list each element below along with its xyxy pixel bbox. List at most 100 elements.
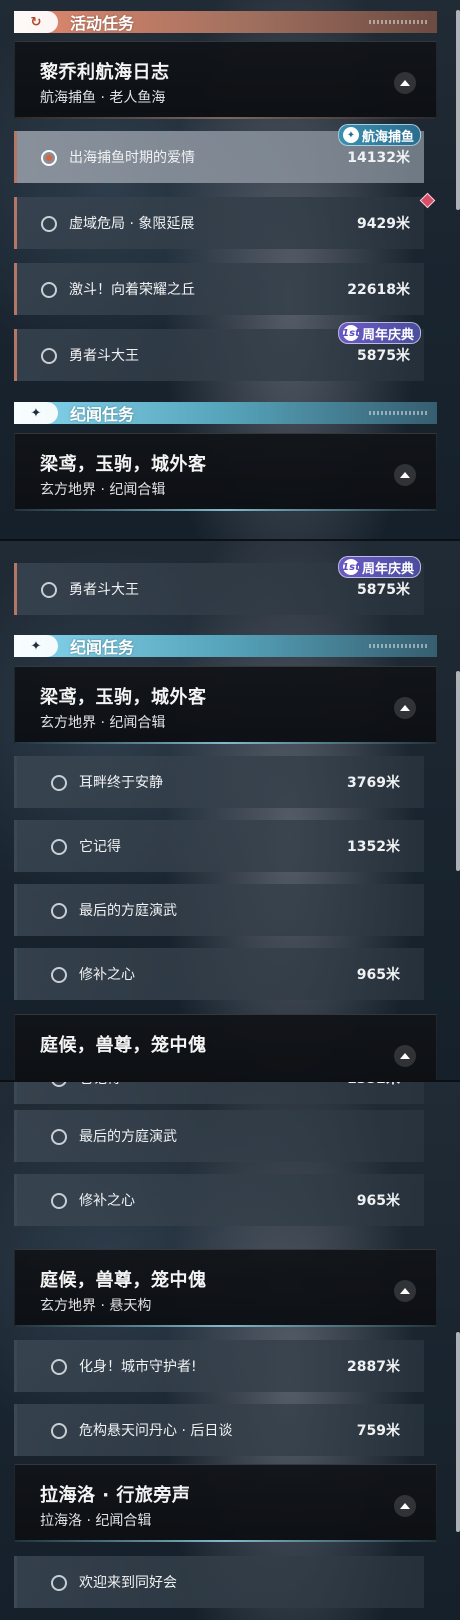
quest-item[interactable]: 它记得 1352米: [14, 820, 424, 872]
radio-icon: [41, 216, 57, 232]
group-title: 拉海洛 · 行旅旁声: [40, 1485, 191, 1506]
quest-panel-3: 它记得 1352米 最后的方庭演武 修补之心 965米 庭候，兽尊，笼中傀 玄方…: [0, 1082, 460, 1620]
scrollbar[interactable]: [456, 10, 460, 210]
quest-title: 欢迎来到同好会: [79, 1575, 177, 1591]
anniversary-icon: 1st: [342, 559, 360, 575]
quest-panel-2: 勇者斗大王 5875米 1st 周年庆典 ✦ 纪闻任务 梁鸢，玉驹，城外客 玄方…: [0, 541, 460, 1080]
group-title: 黎乔利航海日志: [40, 62, 170, 83]
quest-panel-1: ↻ 活动任务 黎乔利航海日志 航海捕鱼 · 老人鱼海 出海捕鱼时期的爱情 141…: [0, 0, 460, 540]
chevron-up-icon: [400, 80, 410, 86]
radio-icon: [51, 839, 67, 855]
quest-title: 勇者斗大王: [69, 348, 139, 364]
radio-icon: [51, 1359, 67, 1375]
quest-title: 耳畔终于安静: [79, 775, 163, 791]
quest-distance: 1352米: [347, 839, 400, 855]
quest-title: 最后的方庭演武: [79, 903, 177, 919]
category-activity-header[interactable]: ↻ 活动任务: [14, 11, 437, 33]
category-label: 纪闻任务: [70, 405, 135, 424]
quest-item[interactable]: 化身！城市守护者! 2887米: [14, 1340, 424, 1392]
quest-item[interactable]: 欢迎来到同好会: [14, 1556, 424, 1608]
group-liangyuan[interactable]: 梁鸢，玉驹，城外客 玄方地界 · 纪闻合辑: [14, 433, 437, 511]
quest-item[interactable]: 危构悬天问丹心 · 后日谈 759米: [14, 1404, 424, 1456]
quest-title: 激斗！向着荣耀之丘: [69, 282, 195, 298]
sparkle-icon: ✦: [14, 635, 58, 657]
fish-icon: ✦: [343, 127, 359, 143]
decor-stripe: [369, 20, 429, 24]
radio-icon: [51, 775, 67, 791]
quest-item[interactable]: 虚域危局 · 象限延展 9429米: [14, 197, 424, 249]
chevron-up-icon: [400, 1503, 410, 1509]
quest-item[interactable]: 最后的方庭演武: [14, 1110, 424, 1162]
quest-distance: 5875米: [357, 582, 410, 598]
collapse-button[interactable]: [394, 1045, 416, 1067]
group-subtitle: 玄方地界 · 纪闻合辑: [40, 715, 166, 731]
group-liangyuan[interactable]: 梁鸢，玉驹，城外客 玄方地界 · 纪闻合辑: [14, 666, 437, 744]
radio-icon: [51, 1193, 67, 1209]
group-subtitle: 玄方地界 · 纪闻合辑: [40, 482, 166, 498]
radio-icon: [51, 1423, 67, 1439]
category-label: 活动任务: [70, 14, 135, 33]
group-title: 梁鸢，玉驹，城外客: [40, 687, 207, 708]
category-label: 纪闻任务: [70, 638, 135, 657]
radio-icon: [51, 903, 67, 919]
collapse-button[interactable]: [394, 1495, 416, 1517]
quest-title: 化身！城市守护者!: [79, 1359, 197, 1375]
radio-icon: [51, 967, 67, 983]
badge-anniversary: 1st 周年庆典: [338, 556, 422, 578]
collapse-button[interactable]: [394, 464, 416, 486]
collapse-button[interactable]: [394, 697, 416, 719]
group-lahailuo[interactable]: 拉海洛 · 行旅旁声 拉海洛 · 纪闻合辑: [14, 1464, 437, 1542]
collapse-button[interactable]: [394, 1280, 416, 1302]
group-title: 庭候，兽尊，笼中傀: [40, 1035, 207, 1056]
quest-item[interactable]: 修补之心 965米: [14, 1174, 424, 1226]
group-liqiao[interactable]: 黎乔利航海日志 航海捕鱼 · 老人鱼海: [14, 41, 437, 119]
radio-icon: [51, 1082, 67, 1087]
group-subtitle: 航海捕鱼 · 老人鱼海: [40, 90, 166, 106]
quest-distance: 759米: [356, 1423, 400, 1439]
group-title: 梁鸢，玉驹，城外客: [40, 454, 207, 475]
decor-stripe: [369, 411, 429, 415]
chevron-up-icon: [400, 1053, 410, 1059]
chevron-up-icon: [400, 1288, 410, 1294]
badge-anniversary: 1st 周年庆典: [338, 322, 422, 344]
chevron-up-icon: [400, 705, 410, 711]
group-tinghou[interactable]: 庭候，兽尊，笼中傀: [14, 1014, 437, 1080]
group-tinghou[interactable]: 庭候，兽尊，笼中傀 玄方地界 · 悬天构: [14, 1249, 437, 1327]
collapse-button[interactable]: [394, 72, 416, 94]
quest-item[interactable]: 激斗！向着荣耀之丘 22618米: [14, 263, 424, 315]
activity-icon: ↻: [14, 11, 58, 33]
quest-item[interactable]: 最后的方庭演武: [14, 884, 424, 936]
radio-icon: [51, 1575, 67, 1591]
quest-title: 它记得: [79, 839, 121, 855]
anniversary-icon: 1st: [342, 325, 360, 341]
badge-label: 航海捕鱼: [362, 129, 415, 145]
quest-title: 出海捕鱼时期的爱情: [69, 150, 195, 166]
badge-label: 周年庆典: [362, 327, 415, 343]
quest-distance: 9429米: [357, 216, 410, 232]
scrollbar[interactable]: [456, 671, 460, 871]
quest-item[interactable]: 耳畔终于安静 3769米: [14, 756, 424, 808]
quest-title: 它记得: [79, 1082, 121, 1088]
group-title: 庭候，兽尊，笼中傀: [40, 1270, 207, 1291]
quest-distance: 14132米: [347, 150, 410, 166]
sparkle-icon: ✦: [14, 402, 58, 424]
category-chronicle-header[interactable]: ✦ 纪闻任务: [14, 635, 437, 657]
quest-title: 虚域危局 · 象限延展: [69, 216, 195, 232]
quest-title: 修补之心: [79, 967, 135, 983]
category-chronicle-header[interactable]: ✦ 纪闻任务: [14, 402, 437, 424]
quest-item[interactable]: 修补之心 965米: [14, 948, 424, 1000]
group-subtitle: 拉海洛 · 纪闻合辑: [40, 1513, 152, 1529]
radio-icon: [41, 348, 57, 364]
quest-item[interactable]: 它记得 1352米: [14, 1082, 424, 1104]
badge-fishing: ✦ 航海捕鱼: [338, 124, 422, 146]
quest-title: 修补之心: [79, 1193, 135, 1209]
radio-icon: [41, 282, 57, 298]
group-subtitle: 玄方地界 · 悬天构: [40, 1298, 152, 1314]
quest-distance: 2887米: [347, 1359, 400, 1375]
scrollbar[interactable]: [456, 1332, 460, 1532]
radio-icon: [51, 1129, 67, 1145]
radio-icon: [41, 582, 57, 598]
quest-title: 最后的方庭演武: [79, 1129, 177, 1145]
radio-selected-icon: [41, 150, 57, 166]
decor-stripe: [369, 644, 429, 648]
